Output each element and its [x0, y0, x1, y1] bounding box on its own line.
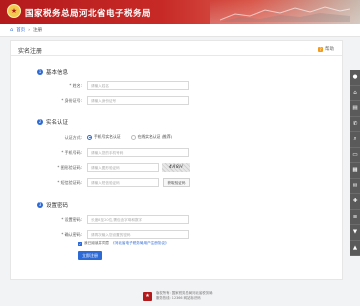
breadcrumb-bar: ⌂ 首页 › 注册: [0, 24, 360, 37]
section-number: 1: [37, 69, 43, 75]
method-row: 认证方式: 手机号实名认证 在线实名认证 (推荐): [11, 133, 342, 143]
great-wall-icon: [220, 6, 350, 22]
help-label: 帮助: [325, 47, 334, 52]
method-label: 认证方式:: [64, 135, 82, 140]
phone-row: * 手机号码: 请输入您的手机号码: [11, 148, 342, 158]
get-sms-code-button[interactable]: 获取验证码: [163, 178, 190, 187]
id-number-input[interactable]: 请输入身份证号: [87, 96, 189, 105]
name-row: * 姓名: 请输入姓名: [11, 81, 342, 91]
confirm-password-input[interactable]: 请再次输入您设置的密码: [87, 230, 189, 239]
breadcrumb-home-link[interactable]: 首页: [16, 27, 25, 33]
site-title: 国家税务总局河北省电子税务局: [25, 9, 152, 19]
radio-online-verify[interactable]: 在线实名认证 (推荐): [130, 134, 173, 140]
title-divider: [11, 55, 342, 56]
section-number: 3: [37, 202, 43, 208]
sms-row: * 短信验证码: 请输入短信验证码 获取验证码: [11, 178, 342, 188]
section-title: 设置密码: [46, 203, 69, 209]
list-icon[interactable]: ≡: [350, 210, 360, 225]
user-icon[interactable]: ●: [350, 70, 360, 86]
mail-icon[interactable]: ✉: [350, 179, 360, 194]
captcha-input[interactable]: 请输入图形验证码: [87, 163, 159, 172]
section-title: 基本信息: [46, 70, 69, 76]
captcha-image[interactable]: 4A8H: [162, 163, 190, 172]
radio-dot: [130, 134, 136, 140]
home-icon[interactable]: ⌂: [350, 86, 360, 101]
registration-panel: 实名注册 ? 帮助 1 基本信息 * 姓名: 请输入姓名 * 身份证号: 请输入…: [10, 40, 343, 280]
password-label: * 设置密码:: [61, 217, 82, 222]
tool-icon[interactable]: ✚: [350, 194, 360, 210]
agreement-checkbox[interactable]: ✓: [78, 241, 82, 246]
password-row: * 设置密码: 长度8至20位,需包含字母和数字: [11, 215, 342, 225]
breadcrumb-current: 注册: [33, 28, 42, 33]
search-icon[interactable]: ⌕: [350, 132, 360, 148]
captcha-row: * 图形验证码: 请输入图形验证码 4A8H: [11, 163, 342, 173]
footer-text: 版权所有: 国家税务总局河北省税务局 服务热线: 12366 网站标识码: [156, 291, 212, 301]
footer-line-2: 服务热线: 12366 网站标识码: [156, 296, 201, 300]
calendar-icon[interactable]: ▦: [350, 163, 360, 179]
method-radio-group: 手机号实名认证 在线实名认证 (推荐): [87, 134, 172, 140]
section-number: 2: [37, 119, 43, 125]
id-row: * 身份证号: 请输入身份证号: [11, 96, 342, 106]
radio-dot: [87, 134, 92, 140]
sms-label: * 短信验证码:: [57, 180, 82, 185]
agreement-link[interactable]: 《河北省电子税务局用户注册协议》: [111, 241, 169, 246]
captcha-label: * 图形验证码:: [57, 165, 82, 170]
right-toolbar: ● ⌂ ▤ ✆ ⌕ ▭ ▦ ✉ ✚ ≡ ▼ ▲: [350, 70, 360, 256]
home-icon[interactable]: ⌂: [10, 27, 13, 33]
help-link[interactable]: ? 帮助: [318, 46, 334, 52]
register-button[interactable]: 立即注册: [78, 251, 102, 260]
radio-phone-verify[interactable]: 手机号实名认证: [87, 134, 121, 140]
document-icon[interactable]: ▤: [350, 101, 360, 117]
phone-label: * 手机号码:: [61, 150, 82, 155]
agreement-prefix: 我已阅读并同意: [84, 241, 110, 245]
name-label: * 姓名:: [69, 83, 82, 88]
footer-emblem-icon: ★: [143, 292, 152, 301]
page-title: 实名注册: [18, 48, 43, 55]
sms-code-input[interactable]: 请输入短信验证码: [87, 178, 159, 187]
radio-label: 手机号实名认证: [94, 134, 121, 139]
confirm-label: * 确认密码:: [61, 232, 82, 237]
phone-icon[interactable]: ✆: [350, 117, 360, 132]
id-label: * 身份证号:: [61, 98, 82, 103]
radio-label: 在线实名认证 (推荐): [137, 134, 173, 139]
section-basic-info: 1 基本信息: [37, 68, 68, 76]
chat-icon[interactable]: ▭: [350, 148, 360, 163]
section-title: 实名认证: [46, 120, 69, 126]
download-icon[interactable]: ▼: [350, 225, 360, 241]
password-input[interactable]: 长度8至20位,需包含字母和数字: [87, 215, 189, 224]
help-icon: ?: [318, 46, 323, 52]
footer: ★ 版权所有: 国家税务总局河北省税务局 服务热线: 12366 网站标识码: [0, 284, 360, 306]
phone-input[interactable]: 请输入您的手机号码: [87, 148, 189, 157]
confirm-row: * 确认密码: 请再次输入您设置的密码: [11, 230, 342, 240]
name-input[interactable]: 请输入姓名: [87, 81, 189, 90]
section-verification: 2 实名认证: [37, 118, 68, 126]
section-password: 3 设置密码: [37, 201, 68, 209]
breadcrumb-separator: ›: [28, 27, 30, 33]
tax-emblem-icon: ★: [7, 4, 21, 18]
header-banner: ★ 国家税务总局河北省电子税务局: [0, 0, 360, 24]
great-wall-decoration: [210, 0, 360, 24]
agreement-row: ✓ 我已阅读并同意 《河北省电子税务局用户注册协议》: [78, 241, 169, 246]
breadcrumb: ⌂ 首页 › 注册: [10, 27, 42, 33]
person-icon[interactable]: ▲: [350, 241, 360, 256]
